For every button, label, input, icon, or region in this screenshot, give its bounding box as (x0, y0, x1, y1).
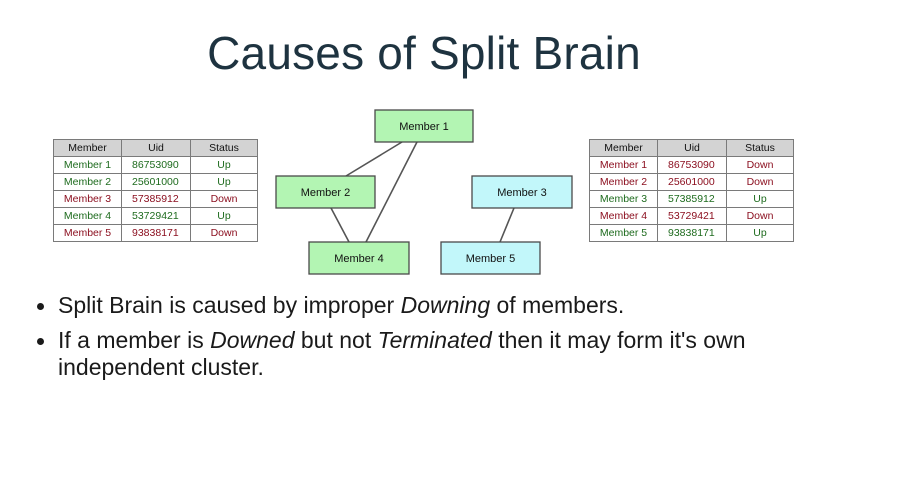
bullet-2-emphasis-terminated: Terminated (377, 327, 492, 353)
bullet-dot (37, 303, 44, 310)
node-member-2: Member 2 (275, 175, 376, 209)
bullet-item: If a member is Downed but not Terminated… (37, 327, 857, 381)
node-member-1: Member 1 (374, 109, 474, 143)
node-member-5: Member 5 (440, 241, 541, 275)
node-member-5-label: Member 5 (466, 253, 516, 265)
edge-member1-member2 (345, 141, 403, 177)
edge-member2-member4 (330, 207, 350, 243)
bullet-1-text-end: of members. (490, 292, 625, 318)
node-member-2-label: Member 2 (301, 187, 351, 199)
bullet-1-emphasis-downing: Downing (400, 292, 491, 318)
cluster-diagram: Member 1 Member 2 Member 3 Member 4 Memb… (275, 109, 573, 275)
node-member-4-label: Member 4 (334, 253, 384, 265)
bullet-2-text-start: If a member is (58, 327, 211, 353)
node-member-3: Member 3 (471, 175, 573, 209)
bullet-1-text-start: Split Brain is caused by improper (58, 292, 401, 318)
bullet-2-emphasis-downed: Downed (210, 327, 295, 353)
bullet-dot (37, 338, 44, 345)
bullet-item: Split Brain is caused by improper Downin… (37, 292, 857, 319)
node-member-4: Member 4 (308, 241, 410, 275)
bullet-2-text-middle: but not (294, 327, 378, 353)
edge-member3-member5 (499, 207, 515, 243)
bullet-list: Split Brain is caused by improper Downin… (37, 292, 857, 389)
node-member-1-label: Member 1 (399, 121, 449, 133)
node-member-3-label: Member 3 (497, 187, 547, 199)
